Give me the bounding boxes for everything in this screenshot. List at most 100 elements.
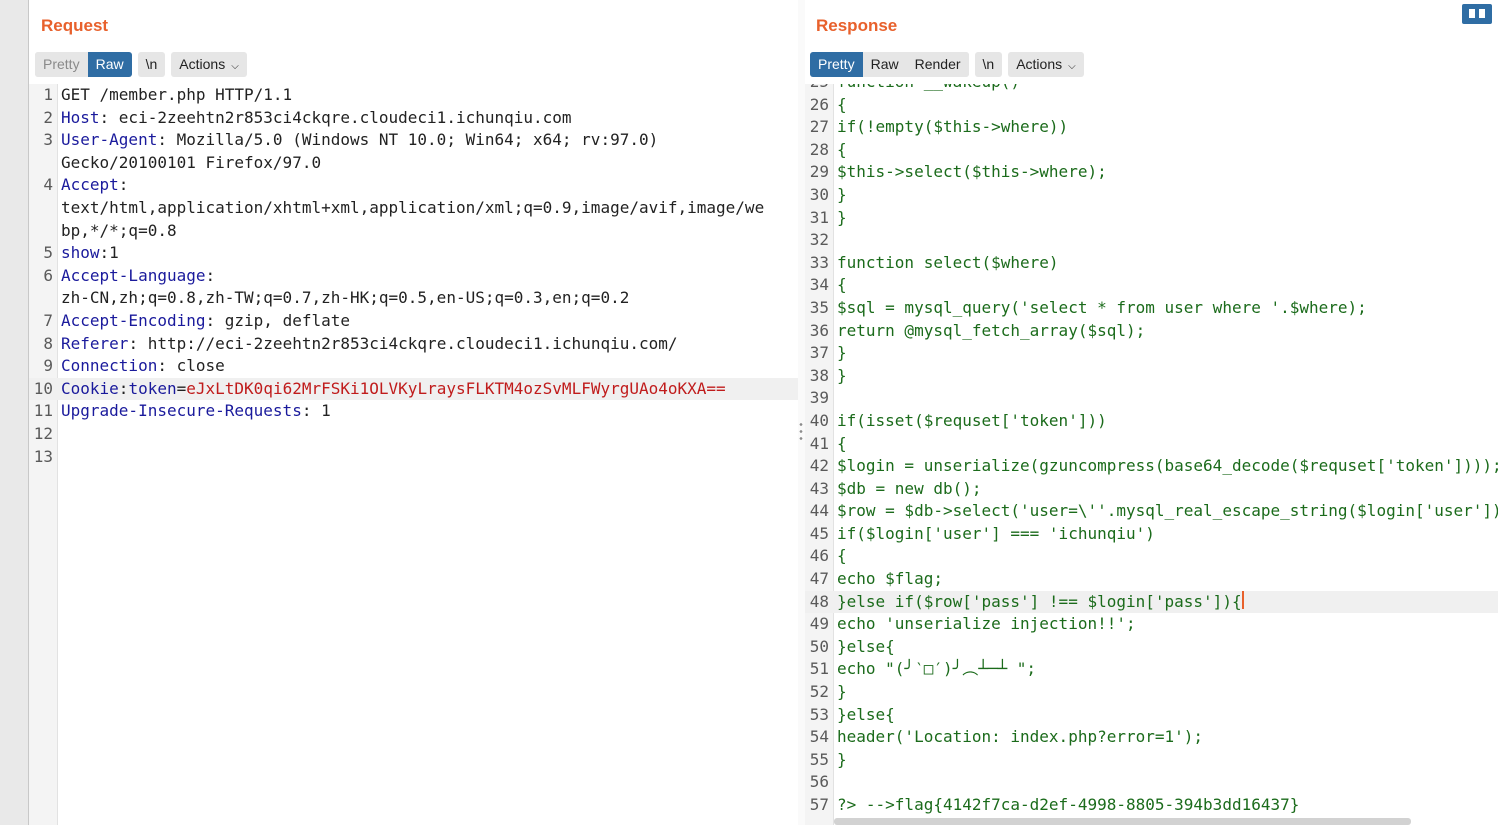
response-line: 35 $sql = mysql_query('select * from user…	[805, 297, 1498, 320]
pane-divider[interactable]	[798, 0, 805, 825]
cookie-value: eJxLtDK0qi62MrFSKi1OLVKyLraysFLKTM4ozSvM…	[186, 378, 726, 398]
header-name: token	[128, 378, 177, 398]
request-wrapped-text: zh-CN,zh;q=0.8,zh-TW;q=0.7,zh-HK;q=0.5,e…	[61, 288, 630, 308]
request-pane: Request Pretty Raw \n Actions ⌵ 1 GET /mem…	[29, 0, 798, 825]
response-tab-pretty[interactable]: Pretty	[810, 52, 863, 77]
line-number: 11	[33, 401, 53, 421]
header-value: : http://eci-2zeehtn2r853ci4ckqre.cloude…	[128, 333, 678, 353]
response-line-text	[833, 771, 837, 794]
line-number: 57	[809, 795, 829, 814]
response-line-text: return @mysql_fetch_array($sql);	[837, 320, 1146, 340]
response-line-text: {	[837, 139, 847, 159]
line-number: 3	[43, 130, 53, 150]
response-line: 43 $db = new db();	[805, 478, 1498, 501]
line-number: 50	[809, 636, 829, 656]
header-value: : Mozilla/5.0 (Windows NT 10.0; Win64; x…	[157, 130, 659, 150]
line-number: 56	[809, 772, 829, 792]
line-number: 51	[809, 659, 829, 679]
line-number: 41	[809, 433, 829, 453]
line-number: 32	[809, 230, 829, 250]
response-line-text: echo "(╯‵□′)╯︵┴─┴ ";	[837, 659, 1037, 679]
response-line: 42 $login = unserialize(gzuncompress(base…	[805, 455, 1498, 478]
response-line: 41 {	[805, 433, 1498, 456]
line-number: 46	[809, 546, 829, 566]
response-line: 55}	[805, 749, 1498, 772]
line-number: 37	[809, 343, 829, 363]
response-newline-toggle[interactable]: \n	[974, 52, 1003, 77]
request-line-text: Cookie:token=eJxLtDK0qi62MrFSKi1OLVKyLra…	[57, 378, 726, 401]
request-line-text: Connection: close	[57, 355, 225, 378]
line-number: 44	[809, 501, 829, 521]
response-line: 27 if(!empty($this->where))	[805, 116, 1498, 139]
request-line: 6 Accept-Language:	[29, 265, 798, 288]
response-partial-text: function __wakeup()	[833, 84, 1020, 94]
response-actions-button[interactable]: Actions ⌵	[1008, 52, 1084, 77]
response-line-text: echo 'unserialize injection!!';	[837, 614, 1136, 634]
request-editor[interactable]: 1 GET /member.php HTTP/1.1 2 Host: eci-2zee…	[29, 84, 798, 825]
line-number: 52	[809, 682, 829, 702]
line-number: 42	[809, 456, 829, 476]
response-line-text: }else if($row['pass'] !== $login['pass']…	[837, 591, 1242, 611]
response-line: 50}else{	[805, 636, 1498, 659]
request-actions-button[interactable]: Actions ⌵	[171, 52, 247, 77]
request-line-text: User-Agent: Mozilla/5.0 (Windows NT 10.0…	[57, 129, 658, 152]
header-value: : close	[157, 356, 225, 376]
request-wrapped-text: Gecko/20100101 Firefox/97.0	[61, 152, 322, 172]
request-tab-pretty[interactable]: Pretty	[35, 52, 88, 77]
header-name: Referer	[61, 333, 129, 353]
response-line-text: }	[837, 749, 847, 769]
request-tab-raw[interactable]: Raw	[87, 52, 132, 77]
response-editor[interactable]: 25function __wakeup() 26 {27 if(!empty($th…	[805, 84, 1498, 825]
layout-toggle-button[interactable]	[1462, 4, 1492, 24]
response-tab-render[interactable]: Render	[906, 52, 969, 77]
response-line: 47 echo $flag;	[805, 568, 1498, 591]
request-view-tabs: Pretty Raw	[35, 52, 132, 77]
response-line-text: {	[837, 275, 847, 295]
response-actions-label: Actions	[1016, 56, 1063, 72]
line-number: 47	[809, 569, 829, 589]
response-pane: Response Pretty Raw Render \n Actions ⌵ 2…	[805, 0, 1498, 825]
response-line: 38}	[805, 365, 1498, 388]
line-number: 28	[809, 139, 829, 159]
response-line: 39	[805, 387, 1498, 410]
response-line: 49 echo 'unserialize injection!!';	[805, 613, 1498, 636]
request-line-text	[57, 446, 61, 469]
line-number: 12	[33, 423, 53, 443]
response-tab-raw[interactable]: Raw	[862, 52, 907, 77]
response-line-text: {	[837, 433, 847, 453]
response-line-text: header('Location: index.php?error=1');	[837, 727, 1204, 747]
line-number: 4	[43, 175, 53, 195]
header-name: Accept	[61, 175, 119, 195]
horizontal-scrollbar[interactable]	[834, 818, 1411, 825]
header-value: =	[176, 378, 187, 398]
line-number: 10	[33, 378, 53, 398]
line-number: 45	[809, 523, 829, 543]
request-line-text: Upgrade-Insecure-Requests: 1	[57, 400, 331, 423]
drag-handle-icon[interactable]	[799, 421, 803, 441]
response-line-text: {	[837, 94, 847, 114]
response-line: 37}	[805, 342, 1498, 365]
response-line: 52}	[805, 681, 1498, 704]
response-line-text: $db = new db();	[837, 478, 982, 498]
request-actions-label: Actions	[179, 56, 226, 72]
line-number: 7	[43, 310, 53, 330]
response-line: 56	[805, 771, 1498, 794]
request-line: 1 GET /member.php HTTP/1.1	[29, 84, 798, 107]
request-line: 13	[29, 446, 798, 469]
request-line: 8 Referer: http://eci-2zeehtn2r853ci4ckqr…	[29, 333, 798, 356]
response-title: Response	[816, 16, 898, 35]
request-newline-toggle-group: \n	[137, 52, 166, 77]
response-line-text: if(!empty($this->where))	[837, 117, 1069, 137]
line-number: 13	[33, 446, 53, 466]
request-line: 4 Accept:	[29, 174, 798, 197]
request-newline-toggle[interactable]: \n	[137, 52, 166, 77]
response-line-text: }	[837, 343, 847, 363]
request-line: 10 Cookie:token=eJxLtDK0qi62MrFSKi1OLVKyL…	[29, 377, 798, 401]
left-side-strip	[0, 0, 29, 825]
request-line-text: Accept:	[57, 174, 128, 197]
header-value: GET /member.php HTTP/1.1	[61, 85, 293, 104]
response-line-text: $login = unserialize(gzuncompress(base64…	[837, 456, 1498, 476]
response-line: 30}	[805, 184, 1498, 207]
header-name: Connection	[61, 356, 158, 376]
response-line: 48}else if($row['pass'] !== $login['pass…	[805, 590, 1498, 614]
